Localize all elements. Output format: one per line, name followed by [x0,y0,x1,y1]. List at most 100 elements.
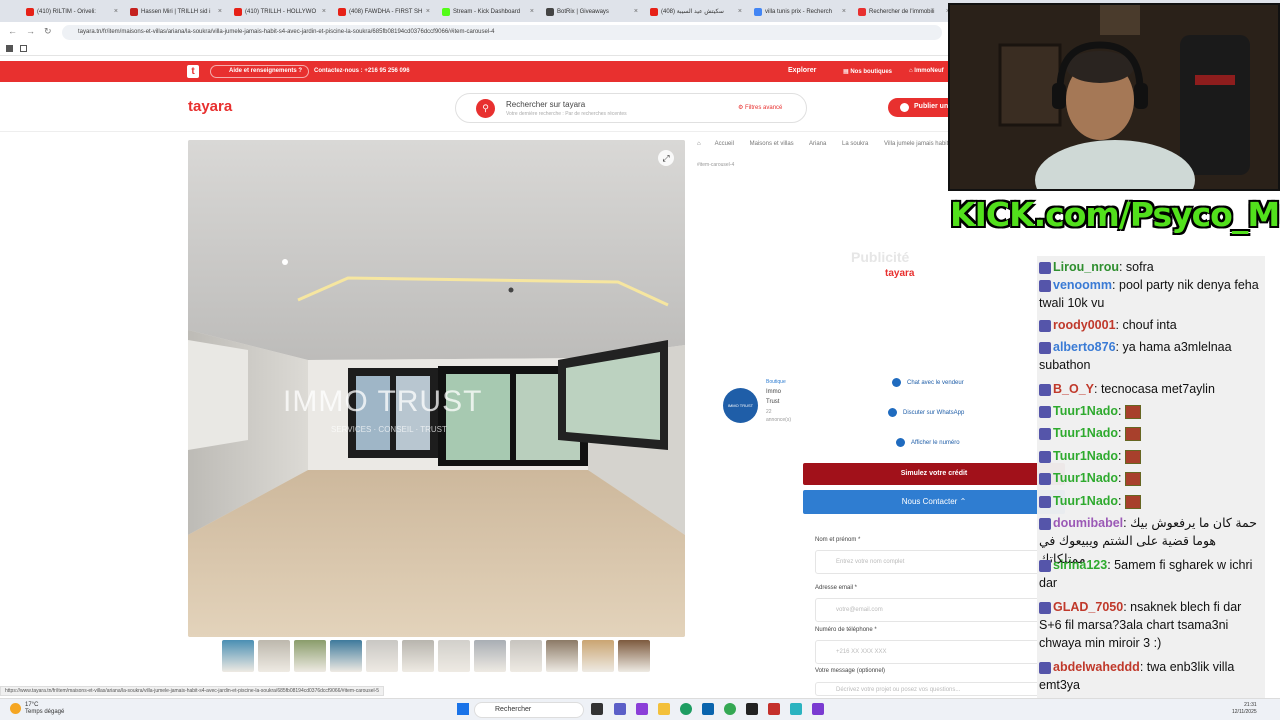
media-icon[interactable] [768,703,780,715]
tayara-logo[interactable]: tayara [188,98,232,115]
file-explorer-icon[interactable] [658,703,670,715]
phone-input[interactable]: +216 XX XXX XXX [815,640,1045,664]
filter-icon: ⚙ [738,105,746,111]
obs-icon[interactable] [746,703,758,715]
chrome-icon[interactable] [724,703,736,715]
app3-icon[interactable] [812,703,824,715]
listing-main-photo[interactable]: IMMO TRUST SERVICES · CONSEIL · TRUST ⤢ [188,140,685,637]
advanced-filters-button[interactable]: ⚙ Filtres avancé [738,104,782,111]
reload-icon[interactable]: ↻ [44,26,52,37]
apps-icon[interactable] [6,45,13,52]
app-icon[interactable] [636,703,648,715]
grid-icon[interactable] [20,45,27,52]
help-button[interactable]: Aide et renseignements ? [210,65,310,78]
back-icon[interactable]: ← [8,26,17,36]
thumbnail-strip [222,640,650,672]
breadcrumb-item[interactable]: Accueil [715,141,734,147]
tab-close-icon[interactable]: × [738,8,742,15]
chat-username[interactable]: sirina123 [1053,558,1107,572]
taskbar-search[interactable]: Rechercher [474,702,584,718]
shops-link[interactable]: ▦ Nos boutiques [843,68,892,75]
contact-phone[interactable]: Contactez-nous : +216 95 256 096 [314,68,410,74]
browser-tab[interactable]: Rechercher de l'immobili× [854,3,954,20]
ad-placeholder-brand: tayara [885,268,915,279]
chat-username[interactable]: Tuur1Nado [1053,471,1118,485]
tayara-t-logo[interactable]: t [187,65,199,78]
tab-close-icon[interactable]: × [842,8,846,15]
photo-thumbnail[interactable] [294,640,326,672]
chat-username[interactable]: Tuur1Nado [1053,449,1118,463]
photo-thumbnail[interactable] [438,640,470,672]
user-badge-icon [1039,661,1051,674]
photo-thumbnail[interactable] [510,640,542,672]
immo-link[interactable]: ⌂ ImmoNeuf [909,68,944,74]
seller-avatar[interactable]: IMMO TRUST [723,388,758,423]
browser-tab[interactable]: (408) FAWDHA - FIRST SH × [334,3,434,20]
browser-tab[interactable]: villa tunis prix - Recherch × [750,3,850,20]
tab-close-icon[interactable]: × [530,8,534,15]
chat-username[interactable]: roody0001 [1053,318,1116,332]
show-phone-button[interactable]: Afficher le numéro [896,438,960,447]
photo-thumbnail[interactable] [546,640,578,672]
forward-icon[interactable]: → [26,26,35,36]
seller-name-line2[interactable]: Trust [766,399,779,405]
tab-close-icon[interactable]: × [218,8,222,15]
photo-thumbnail[interactable] [366,640,398,672]
clock-time: 21:31 [1244,702,1257,708]
explore-link[interactable]: Explorer [788,67,816,74]
breadcrumb-item[interactable]: Ariana [809,141,826,147]
chat-username[interactable]: Lirou_nrou [1053,260,1119,274]
chat-username[interactable]: venoomm [1053,278,1112,292]
photo-thumbnail[interactable] [474,640,506,672]
outlook-icon[interactable] [702,703,714,715]
app2-icon[interactable] [790,703,802,715]
tab-close-icon[interactable]: × [322,8,326,15]
photo-thumbnail[interactable] [222,640,254,672]
chat-username[interactable]: GLAD_7050 [1053,600,1123,614]
photo-thumbnail[interactable] [330,640,362,672]
chat-username[interactable]: Tuur1Nado [1053,404,1118,418]
contact-us-button[interactable]: Nous Contacter ⌃ [803,490,1065,514]
edge-icon[interactable] [680,703,692,715]
browser-tab[interactable]: Hassen Miri | TRILLH sid i × [126,3,226,20]
breadcrumb-item[interactable]: La soukra [842,141,868,147]
chat-username[interactable]: doumibabel [1053,516,1123,530]
chat-username[interactable]: Tuur1Nado [1053,426,1118,440]
chat-username[interactable]: abdelwaheddd [1053,660,1140,674]
credit-simulator-button[interactable]: Simulez votre crédit [803,463,1065,485]
search-icon[interactable]: ⚲ [476,99,495,118]
fullscreen-icon[interactable]: ⤢ [658,150,674,166]
user-badge-icon [1039,279,1051,292]
tab-close-icon[interactable]: × [426,8,430,15]
chat-text: : [1118,471,1122,485]
seller-name-line1[interactable]: Immo [766,389,781,395]
chat-seller-button[interactable]: Chat avec le vendeur [892,378,964,387]
browser-tab[interactable]: BotRix | Giveaways × [542,3,642,20]
name-input[interactable]: Entrez votre nom complet [815,550,1045,574]
browser-tab[interactable]: (410) RILTIM - Oriveli: × [22,3,122,20]
browser-tab[interactable]: Stream - Kick Dashboard × [438,3,538,20]
photo-thumbnail[interactable] [618,640,650,672]
photo-thumbnail[interactable] [402,640,434,672]
address-bar[interactable]: tayara.tn/fr/item/maisons-et-villas/aria… [62,25,942,40]
chat-username[interactable]: Tuur1Nado [1053,494,1118,508]
photo-thumbnail[interactable] [258,640,290,672]
breadcrumb-item[interactable]: Maisons et villas [750,141,794,147]
tab-close-icon[interactable]: × [114,8,118,15]
task-view-icon[interactable] [591,703,603,715]
seller-ad-count-label: annonce(s) [766,417,792,423]
windows-start-icon[interactable] [457,703,469,715]
browser-tab[interactable]: (408) سكيتش عيد السيبة × [646,3,746,20]
browser-tab[interactable]: (410) TRILLH - HOLLYWO × [230,3,330,20]
message-input[interactable]: Décrivez votre projet ou posez vos quest… [815,682,1045,696]
email-input[interactable]: votre@email.com [815,598,1045,622]
photo-thumbnail[interactable] [582,640,614,672]
weather-widget[interactable]: 17°C Temps dégagé [25,702,64,716]
chat-username[interactable]: B_O_Y [1053,382,1094,396]
whatsapp-button[interactable]: Discuter sur WhatsApp [888,408,964,417]
tab-close-icon[interactable]: × [634,8,638,15]
search-bar[interactable]: ⚲ Rechercher sur tayara Votre dernière r… [455,93,807,123]
teams-icon[interactable] [614,703,626,715]
system-clock[interactable]: 21:31 12/11/2025 [1232,702,1257,716]
chat-username[interactable]: alberto876 [1053,340,1116,354]
